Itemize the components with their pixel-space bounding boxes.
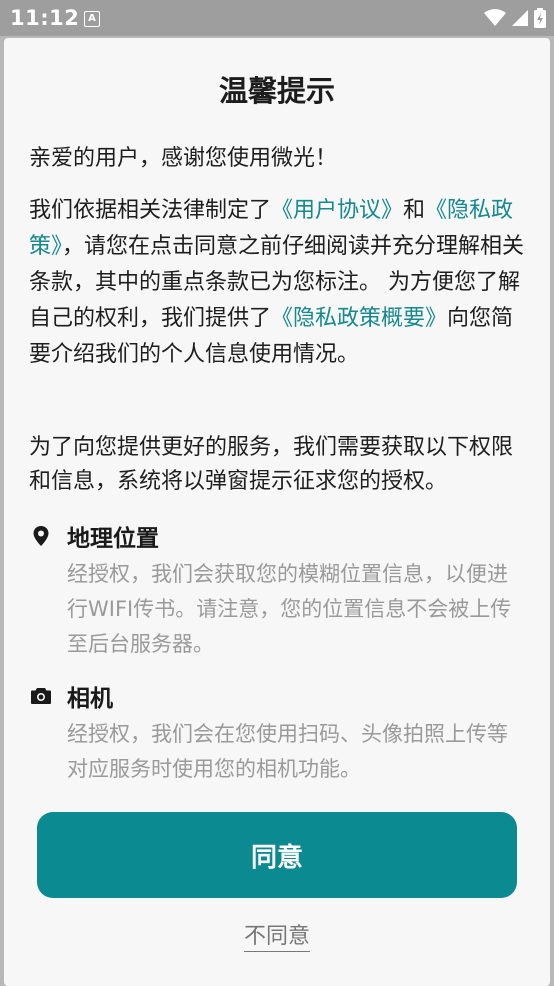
notification-icon: A	[84, 11, 100, 27]
battery-icon	[534, 8, 546, 28]
para1-text-2: 和	[403, 198, 426, 223]
permission-camera-desc: 经授权，我们会在您使用扫码、头像拍照上传等对应服务时使用您的相机功能。	[67, 722, 508, 781]
location-pin-icon	[33, 526, 49, 546]
permission-camera-title: 相机	[67, 686, 113, 712]
wifi-icon	[484, 9, 506, 26]
agreement-paragraph: 我们依据相关法律制定了《用户协议》和《隐私政策》，请您在点击同意之前仔细阅读并充…	[29, 193, 525, 373]
permission-location-title: 地理位置	[67, 526, 159, 552]
status-icons	[484, 8, 546, 28]
status-bar: 11:12 A	[0, 0, 554, 36]
permission-intro-text: 为了向您提供更好的服务，我们需要获取以下权限和信息，系统将以弹窗提示征求您的授权…	[29, 435, 514, 494]
permission-location: 地理位置 经授权，我们会获取您的模糊位置信息，以便进行WIFI传书。请注意，您的…	[29, 519, 525, 662]
privacy-dialog: 温馨提示 亲爱的用户，感谢您使用微光！ 我们依据相关法律制定了《用户协议》和《隐…	[4, 38, 550, 986]
user-agreement-link[interactable]: 《用户协议》	[271, 198, 403, 223]
signal-icon	[512, 10, 528, 26]
para1-text-1: 我们依据相关法律制定了	[29, 198, 272, 223]
disagree-button[interactable]: 不同意	[243, 924, 310, 952]
camera-icon	[31, 688, 51, 704]
agree-button[interactable]: 同意	[37, 812, 517, 898]
permission-location-desc: 经授权，我们会获取您的模糊位置信息，以便进行WIFI传书。请注意，您的位置信息不…	[67, 562, 512, 656]
greeting-text: 亲爱的用户，感谢您使用微光！	[29, 146, 338, 171]
status-time: 11:12	[10, 6, 80, 30]
disagree-container: 不同意	[4, 918, 550, 952]
dialog-title: 温馨提示	[218, 74, 335, 108]
privacy-summary-link[interactable]: 《隐私政策概要》	[271, 306, 447, 331]
permission-camera: 相机 经授权，我们会在您使用扫码、头像拍照上传等对应服务时使用您的相机功能。	[29, 679, 525, 787]
